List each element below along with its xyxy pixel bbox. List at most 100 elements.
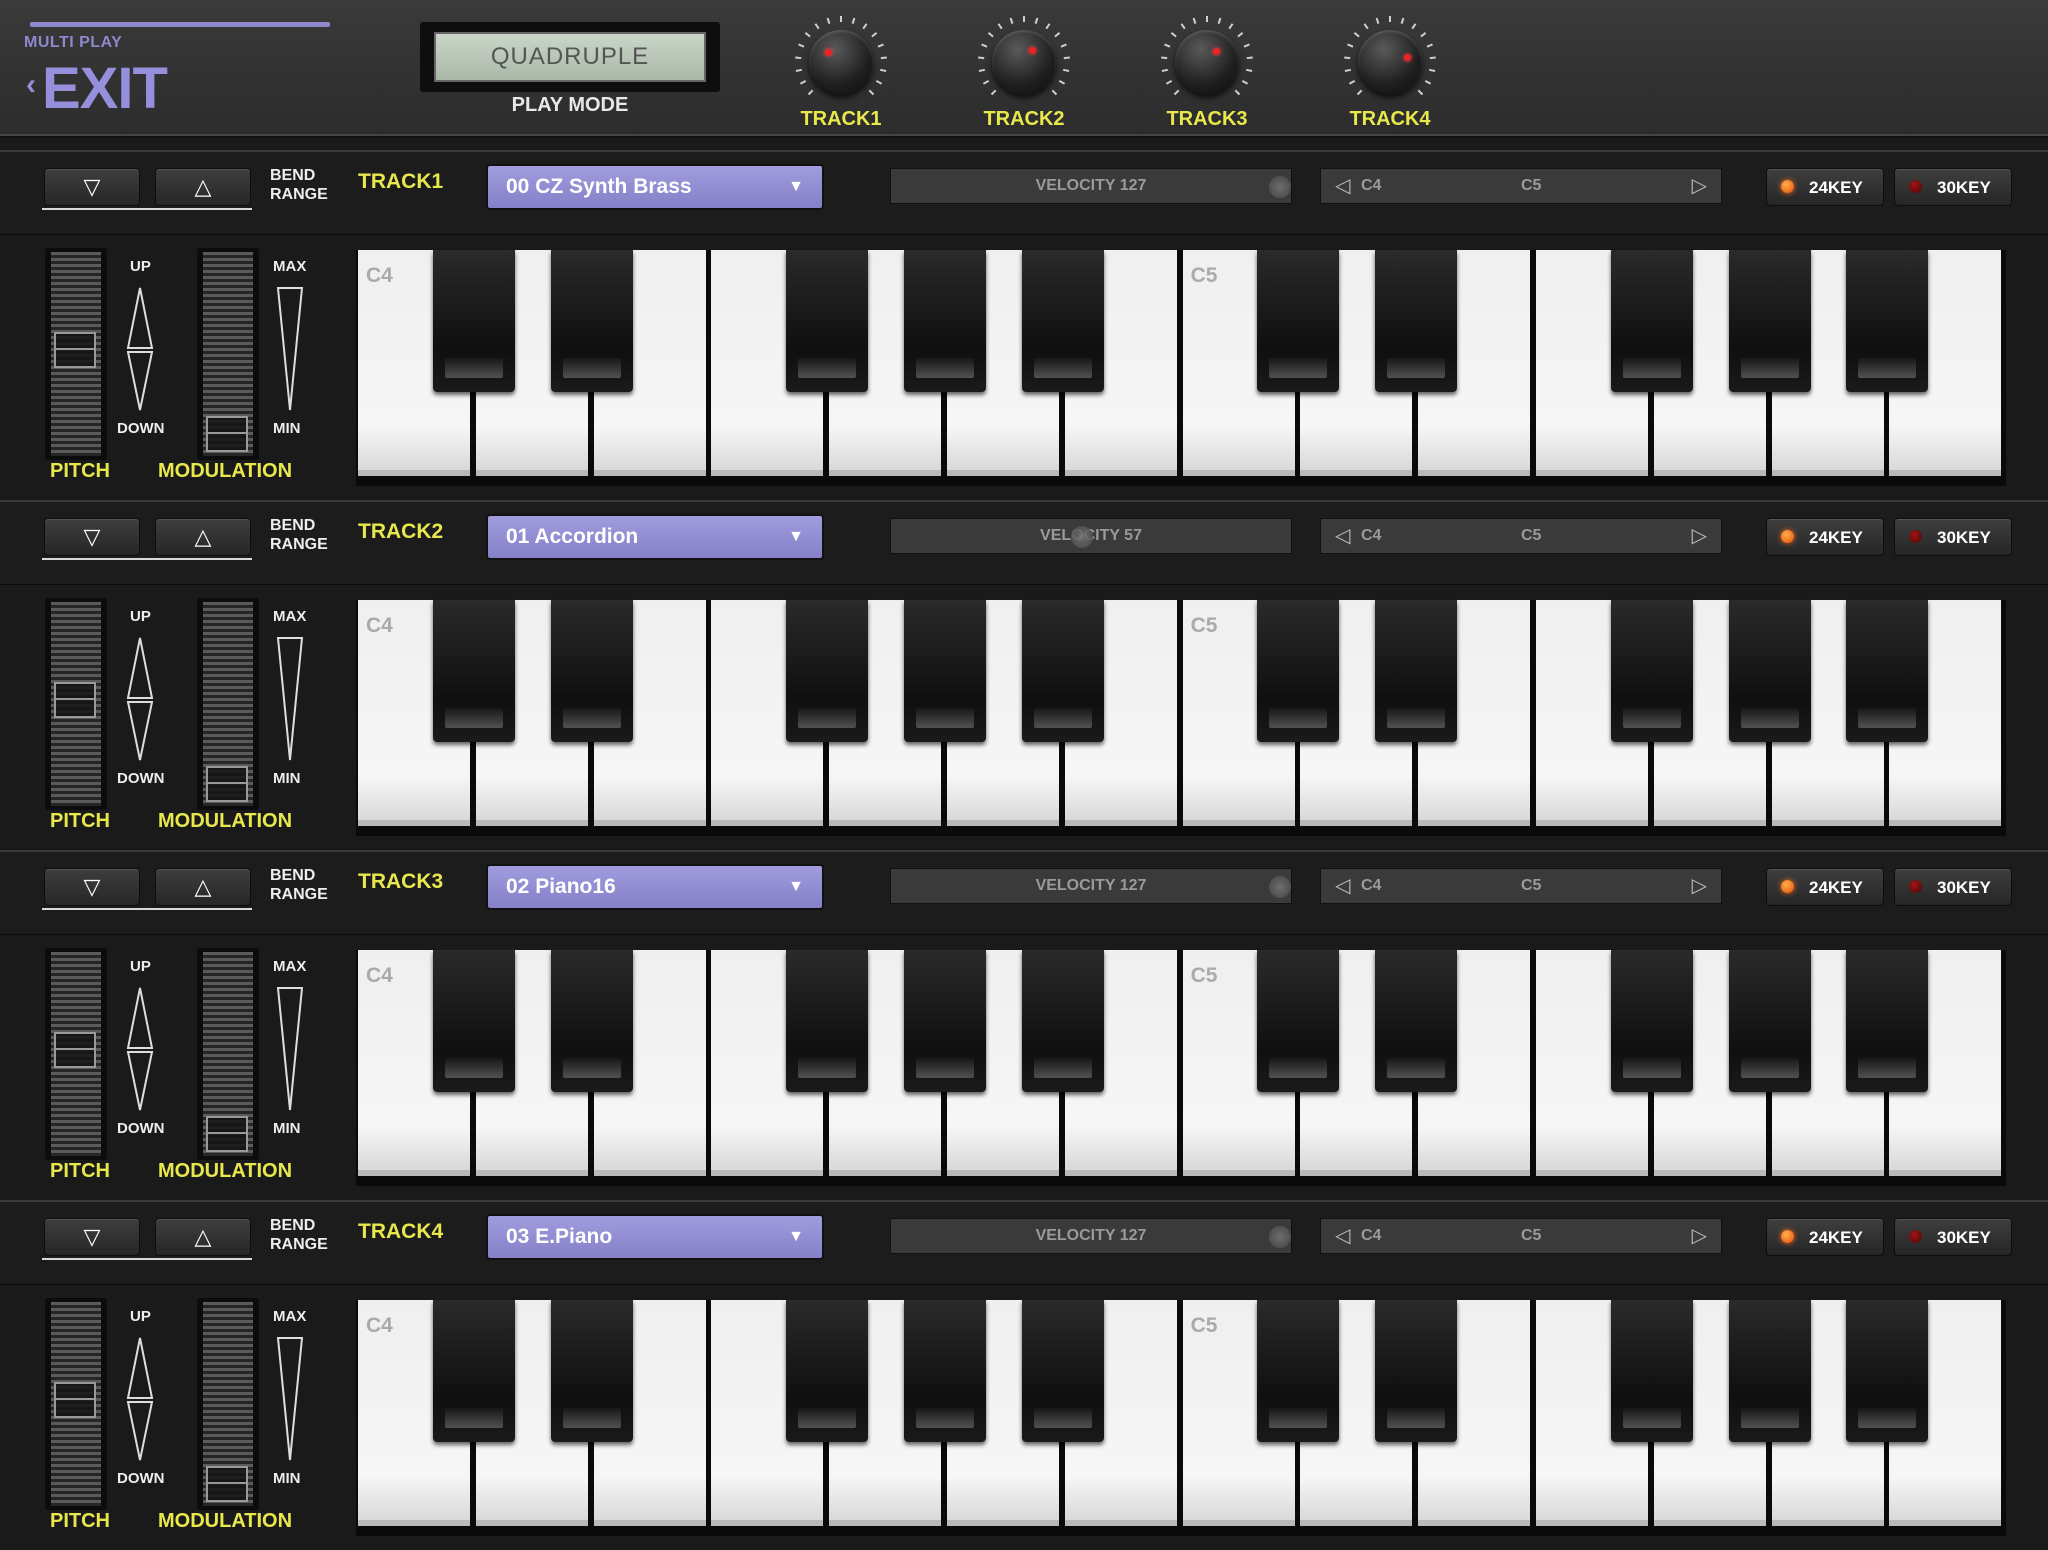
bend-range-down-button[interactable]: ▽ <box>44 168 140 206</box>
pitch-wheel[interactable] <box>51 952 101 1156</box>
modulation-wheel[interactable] <box>203 252 253 456</box>
black-key[interactable] <box>1610 250 1693 392</box>
bend-range-up-button[interactable]: △ <box>155 518 251 556</box>
black-key[interactable] <box>550 950 633 1092</box>
tone-select[interactable]: 02 Piano16 ▼ <box>486 864 824 910</box>
key30-button[interactable]: 30KEY <box>1894 168 2012 206</box>
black-key[interactable] <box>904 600 986 742</box>
velocity-slider-thumb[interactable] <box>1269 1226 1291 1248</box>
key24-button[interactable]: 24KEY <box>1766 518 1884 556</box>
black-key[interactable] <box>786 950 869 1092</box>
black-key[interactable] <box>1021 250 1104 392</box>
bend-range-down-button[interactable]: ▽ <box>44 868 140 906</box>
tone-select[interactable]: 01 Accordion ▼ <box>486 514 824 560</box>
bend-range-down-button[interactable]: ▽ <box>44 518 140 556</box>
pitch-wheel[interactable] <box>51 602 101 806</box>
black-key[interactable] <box>1021 950 1104 1092</box>
key30-button[interactable]: 30KEY <box>1894 518 2012 556</box>
octave-right-arrow-icon[interactable]: ▷ <box>1692 873 1707 898</box>
track4-knob[interactable] <box>1358 30 1422 94</box>
bend-range-up-button[interactable]: △ <box>155 868 251 906</box>
velocity-slider[interactable]: VELOCITY 57 <box>890 518 1292 554</box>
key24-button[interactable]: 24KEY <box>1766 1218 1884 1256</box>
velocity-slider-thumb[interactable] <box>1071 526 1093 548</box>
black-key[interactable] <box>550 250 633 392</box>
header-accent-line <box>30 22 330 27</box>
black-key[interactable] <box>432 1300 515 1442</box>
pitch-wheel[interactable] <box>51 1302 101 1506</box>
black-key[interactable] <box>1846 950 1929 1092</box>
black-key[interactable] <box>1728 1300 1811 1442</box>
pitch-wheel[interactable] <box>51 252 101 456</box>
black-key[interactable] <box>1846 1300 1929 1442</box>
black-key[interactable] <box>1728 950 1811 1092</box>
octave-left-arrow-icon[interactable]: ◁ <box>1335 1223 1350 1248</box>
modulation-wheel[interactable] <box>203 1302 253 1506</box>
play-mode-display[interactable]: QUADRUPLE <box>420 22 720 92</box>
black-key[interactable] <box>1375 950 1458 1092</box>
pitch-wheel-handle[interactable] <box>54 682 96 718</box>
track3-knob[interactable] <box>1175 30 1239 94</box>
black-key[interactable] <box>432 600 515 742</box>
pitch-wheel-handle[interactable] <box>54 1032 96 1068</box>
black-key[interactable] <box>1610 950 1693 1092</box>
mod-wheel-frame <box>197 598 259 810</box>
black-key[interactable] <box>1021 600 1104 742</box>
modulation-wheel-handle[interactable] <box>206 766 248 802</box>
black-key[interactable] <box>786 1300 869 1442</box>
octave-right-arrow-icon[interactable]: ▷ <box>1692 173 1707 198</box>
black-key[interactable] <box>1728 250 1811 392</box>
octave-left-arrow-icon[interactable]: ◁ <box>1335 173 1350 198</box>
black-key[interactable] <box>904 250 986 392</box>
track1-knob[interactable] <box>809 30 873 94</box>
black-key[interactable] <box>432 250 515 392</box>
black-key[interactable] <box>1375 1300 1458 1442</box>
octave-left-arrow-icon[interactable]: ◁ <box>1335 873 1350 898</box>
black-key[interactable] <box>1257 1300 1340 1442</box>
black-key[interactable] <box>904 950 986 1092</box>
pitch-wheel-handle[interactable] <box>54 1382 96 1418</box>
black-key[interactable] <box>1257 950 1340 1092</box>
key30-button[interactable]: 30KEY <box>1894 1218 2012 1256</box>
black-key[interactable] <box>550 600 633 742</box>
black-key[interactable] <box>1610 600 1693 742</box>
tone-select[interactable]: 03 E.Piano ▼ <box>486 1214 824 1260</box>
modulation-wheel-handle[interactable] <box>206 1466 248 1502</box>
black-key[interactable] <box>786 600 869 742</box>
black-key[interactable] <box>1846 600 1929 742</box>
key24-button[interactable]: 24KEY <box>1766 868 1884 906</box>
modulation-wheel-handle[interactable] <box>206 416 248 452</box>
black-key[interactable] <box>1257 600 1340 742</box>
track2-knob[interactable] <box>992 30 1056 94</box>
bend-range-up-button[interactable]: △ <box>155 1218 251 1256</box>
black-key[interactable] <box>1375 600 1458 742</box>
black-key[interactable] <box>1610 1300 1693 1442</box>
modulation-wheel[interactable] <box>203 952 253 1156</box>
black-key[interactable] <box>1021 1300 1104 1442</box>
octave-right-arrow-icon[interactable]: ▷ <box>1692 1223 1707 1248</box>
black-key[interactable] <box>550 1300 633 1442</box>
bend-range-up-button[interactable]: △ <box>155 168 251 206</box>
black-key[interactable] <box>786 250 869 392</box>
velocity-slider[interactable]: VELOCITY 127 <box>890 868 1292 904</box>
modulation-wheel[interactable] <box>203 602 253 806</box>
velocity-slider[interactable]: VELOCITY 127 <box>890 1218 1292 1254</box>
velocity-slider-thumb[interactable] <box>1269 876 1291 898</box>
black-key[interactable] <box>1257 250 1340 392</box>
black-key[interactable] <box>1846 250 1929 392</box>
exit-button[interactable]: ‹ EXIT <box>26 56 168 121</box>
bend-range-down-button[interactable]: ▽ <box>44 1218 140 1256</box>
octave-right-arrow-icon[interactable]: ▷ <box>1692 523 1707 548</box>
velocity-slider-thumb[interactable] <box>1269 176 1291 198</box>
black-key[interactable] <box>1728 600 1811 742</box>
pitch-wheel-handle[interactable] <box>54 332 96 368</box>
velocity-slider[interactable]: VELOCITY 127 <box>890 168 1292 204</box>
octave-left-arrow-icon[interactable]: ◁ <box>1335 523 1350 548</box>
key24-button[interactable]: 24KEY <box>1766 168 1884 206</box>
black-key[interactable] <box>432 950 515 1092</box>
modulation-wheel-handle[interactable] <box>206 1116 248 1152</box>
key30-button[interactable]: 30KEY <box>1894 868 2012 906</box>
black-key[interactable] <box>904 1300 986 1442</box>
tone-select[interactable]: 00 CZ Synth Brass ▼ <box>486 164 824 210</box>
black-key[interactable] <box>1375 250 1458 392</box>
